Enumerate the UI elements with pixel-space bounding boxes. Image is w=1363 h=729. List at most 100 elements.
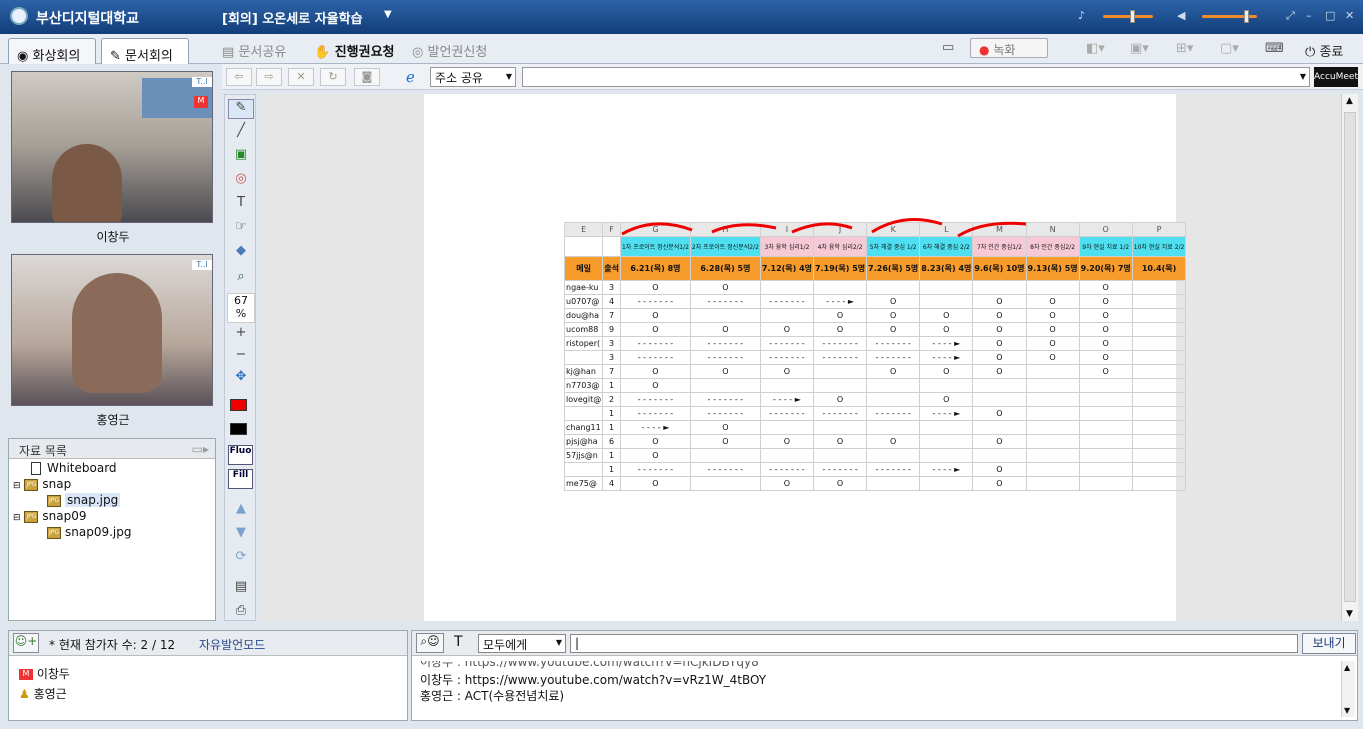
browser-icon: ℯ: [406, 68, 415, 86]
font-icon[interactable]: T: [454, 634, 463, 650]
audio-settings-icon[interactable]: ◧▾: [1086, 41, 1105, 56]
mark-cell: [1078, 406, 1133, 421]
scroll-thumb[interactable]: [1344, 112, 1356, 602]
page-up-icon[interactable]: ▲: [228, 501, 254, 521]
layout-icon[interactable]: ⊞▾: [1176, 41, 1193, 56]
close-icon[interactable]: ✕: [1345, 9, 1354, 22]
chat-input[interactable]: |: [570, 634, 1298, 653]
save-icon[interactable]: ▤: [228, 579, 254, 599]
tree-item-snap09[interactable]: ⊟ JPG snap09: [13, 509, 86, 523]
document-canvas[interactable]: E F G H I J K L M N O P 1차 프로이트 정신분석1/2 2차 프로이트 정신분석2…: [260, 94, 1340, 621]
collapse-icon[interactable]: ⊟: [13, 481, 21, 491]
rect-tool-icon[interactable]: ▣: [228, 147, 254, 167]
mark-cell: [1131, 448, 1187, 463]
panel-collapse-icon[interactable]: ▭▸: [192, 442, 209, 456]
emoticon-icon[interactable]: ⌕☺: [416, 633, 444, 653]
scroll-up-icon[interactable]: ▲: [1346, 96, 1353, 106]
ellipse-tool-icon[interactable]: ◎: [228, 171, 254, 191]
address-dropdown-icon[interactable]: ▼: [1300, 72, 1306, 81]
maximize-icon[interactable]: □: [1325, 9, 1335, 22]
mark-cell: [1078, 420, 1133, 435]
fullscreen-icon[interactable]: ⤢: [1286, 9, 1295, 23]
annotation-stroke: [791, 222, 853, 234]
tab-document-conference[interactable]: ✎ 문서회의: [101, 38, 189, 64]
zoom-out-icon[interactable]: −: [228, 347, 254, 367]
meeting-dropdown-icon[interactable]: ▼: [384, 9, 392, 20]
mark-cell: - - - - - - -: [813, 406, 868, 421]
vertical-scrollbar[interactable]: ▲ ▼: [1341, 94, 1358, 621]
tree-item-label: snap09: [42, 509, 87, 523]
mark-cell: [1131, 378, 1187, 393]
university-logo-icon: [10, 7, 28, 25]
fill-toggle[interactable]: Fill: [228, 469, 253, 489]
minimize-icon[interactable]: –: [1306, 9, 1312, 22]
tree-item-label: snap09.jpg: [65, 525, 132, 539]
select-tool-icon[interactable]: ☞: [228, 219, 254, 239]
capture-icon[interactable]: ◙: [354, 68, 380, 86]
tree-item-snap09-jpg[interactable]: JPG snap09.jpg: [47, 525, 131, 539]
email-cell: 57jjs@n: [563, 448, 604, 463]
camera-icon[interactable]: ▭: [942, 40, 954, 55]
chat-scrollbar[interactable]: ▲ ▼: [1341, 661, 1355, 717]
invite-icon[interactable]: ☺+: [13, 633, 39, 653]
email-cell: u0707@: [563, 294, 604, 309]
session-date: 10.4(목): [1131, 256, 1187, 281]
mark-cell: O: [813, 476, 868, 491]
mark-cell: O: [689, 420, 761, 435]
collapse-icon[interactable]: ⊟: [13, 513, 21, 523]
mic-volume-slider[interactable]: [1103, 15, 1153, 18]
fit-icon[interactable]: ✥: [228, 369, 254, 389]
stop-icon[interactable]: ✕: [288, 68, 314, 86]
keyboard-icon[interactable]: ⌨: [1265, 41, 1284, 56]
mark-cell: [1025, 462, 1080, 477]
participant-row[interactable]: M 이창두: [19, 665, 70, 682]
count-cell: 3: [602, 280, 621, 295]
tree-item-snap-jpg[interactable]: JPG snap.jpg: [47, 493, 121, 507]
mic-volume-knob[interactable]: [1130, 10, 1135, 23]
red-color-swatch[interactable]: [230, 399, 247, 411]
share-document-button[interactable]: ▤ 문서공유: [222, 41, 286, 60]
black-color-swatch[interactable]: [230, 423, 247, 435]
signal-icon: T..l: [192, 77, 212, 87]
tree-item-snap[interactable]: ⊟ JPG snap: [13, 477, 71, 491]
zoom-in-icon[interactable]: +: [228, 325, 254, 345]
request-speak-button[interactable]: ◎ 발언권신청: [412, 41, 487, 60]
speaker-volume-knob[interactable]: [1244, 10, 1249, 23]
eraser-icon[interactable]: ◆: [228, 243, 254, 263]
request-host-button[interactable]: ✋ 진행권요청: [314, 41, 395, 60]
document-page: E F G H I J K L M N O P 1차 프로이트 정신분석1/2 2차 프로이트 정신분석2…: [424, 94, 1187, 621]
tree-item-whiteboard[interactable]: Whiteboard: [31, 461, 117, 475]
address-input[interactable]: ▼: [522, 67, 1310, 87]
pen-tool-icon[interactable]: ✎: [228, 99, 254, 119]
refresh-icon[interactable]: ↻: [320, 68, 346, 86]
screen-icon[interactable]: ▢▾: [1220, 41, 1239, 56]
participant-row[interactable]: ♟ 홍영근: [19, 685, 67, 702]
record-button[interactable]: ● 녹화: [970, 38, 1048, 58]
mark-cell: O: [866, 364, 921, 379]
scroll-up-icon[interactable]: ▲: [1344, 663, 1350, 672]
mark-cell: [1131, 364, 1187, 379]
mark-cell: O: [972, 336, 1027, 351]
sync-icon[interactable]: ⟳: [228, 549, 254, 569]
zoom-icon[interactable]: ⌕: [228, 269, 254, 289]
meeting-title[interactable]: [회의] 오온세로 자율학습: [222, 8, 363, 27]
send-button[interactable]: 보내기: [1302, 633, 1356, 654]
text-tool-icon[interactable]: T: [228, 195, 254, 215]
drawing-toolbar: ✎ ╱ ▣ ◎ T ☞ ◆ ⌕ 67% + − ✥ Fluo Fill ▲ ▼ …: [224, 94, 256, 621]
mark-cell: - - - - - - -: [813, 350, 868, 365]
exit-button[interactable]: ⏻ 종료: [1305, 41, 1343, 60]
scroll-down-icon[interactable]: ▼: [1346, 609, 1353, 619]
session-date: 9.20(목) 7명: [1078, 256, 1133, 281]
chat-target-select[interactable]: 모두에게 ▼: [478, 634, 566, 653]
number-settings-icon[interactable]: ▣▾: [1130, 41, 1149, 56]
fluo-toggle[interactable]: Fluo: [228, 445, 253, 465]
line-tool-icon[interactable]: ╱: [228, 123, 254, 143]
tab-video-conference[interactable]: ◉ 화상회의: [8, 38, 96, 64]
address-share-select[interactable]: 주소 공유 ▼: [430, 67, 516, 87]
page-down-icon[interactable]: ▼: [228, 525, 254, 545]
participants-panel: ☺+ * 현재 참가자 수: 2 / 12 자유발언모드 M 이창두 ♟ 홍영근: [8, 630, 408, 721]
print-icon[interactable]: ⎙: [228, 603, 254, 623]
forward-icon[interactable]: ⇨: [256, 68, 282, 86]
scroll-down-icon[interactable]: ▼: [1344, 706, 1350, 715]
back-icon[interactable]: ⇦: [226, 68, 252, 86]
